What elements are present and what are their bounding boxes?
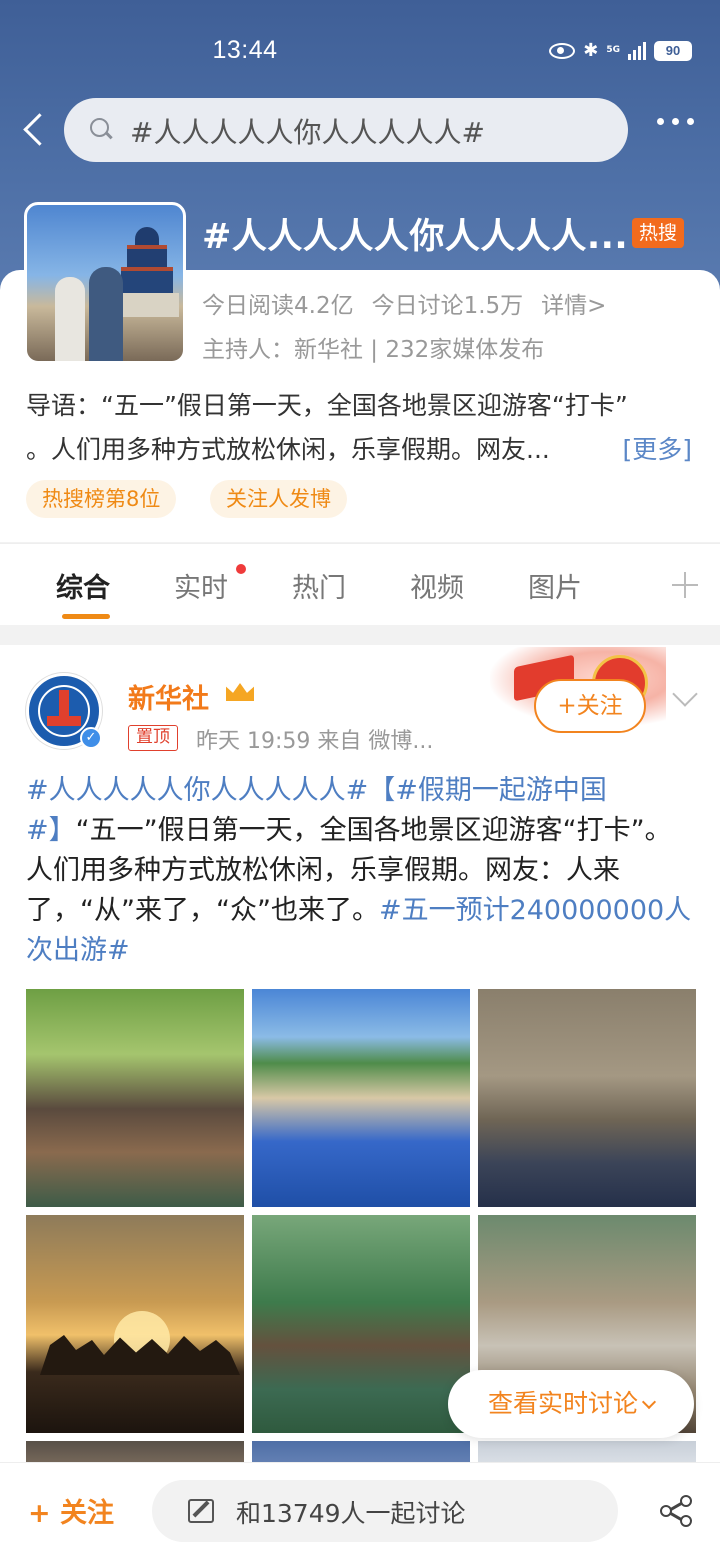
details-link[interactable]: 详情> <box>541 286 606 320</box>
post-meta: 昨天 19:59 来自 微博... <box>196 729 434 754</box>
active-tab-indicator <box>62 614 110 619</box>
tab-bar: 综合 实时 热门 视频 图片 <box>0 543 720 625</box>
status-icons: ✱ 5G 90 <box>549 40 692 61</box>
photo-water-town[interactable] <box>26 989 244 1207</box>
verified-icon: ✓ <box>80 727 102 749</box>
followers-post-chip[interactable]: 关注人发博 <box>210 480 347 518</box>
edit-icon <box>188 1499 214 1523</box>
status-bar: 13:44 ✱ 5G 90 <box>0 0 720 100</box>
topic-intro-line2: 。人们用多种方式放松休闲，乐享假期。网友... <box>26 435 550 464</box>
topic-title: #人人人人人你人人人人... <box>202 217 629 257</box>
bluetooth-icon: ✱ <box>583 40 599 61</box>
share-icon[interactable] <box>660 1495 694 1527</box>
post-text: #人人人人人你人人人人人#【#假期一起游中国#】“五一”假日第一天，全国各地景区… <box>26 771 696 971</box>
intro-more-link[interactable]: [更多] <box>622 428 692 472</box>
search-text: #人人人人人你人人人人人# <box>130 116 485 149</box>
tab-hot[interactable]: 热门 <box>292 566 346 605</box>
photo-desert-camels[interactable] <box>26 1215 244 1433</box>
crown-icon <box>224 679 256 705</box>
topic-stats: 今日阅读4.2亿 今日讨论1.5万 详情> <box>202 286 606 320</box>
photo-beach[interactable] <box>252 989 470 1207</box>
tab-all[interactable]: 综合 <box>56 566 110 605</box>
live-discussion-label: 查看实时讨论 <box>487 1389 638 1418</box>
top-bar: #人人人人人你人人人人人# <box>0 96 720 164</box>
tab-images[interactable]: 图片 <box>528 566 582 605</box>
search-icon <box>90 118 112 140</box>
chevron-down-icon[interactable] <box>672 681 698 707</box>
post-username[interactable]: 新华社 <box>128 677 209 716</box>
discussions-count: 今日讨论1.5万 <box>371 293 524 319</box>
discussion-input[interactable]: 和13749人一起讨论 <box>152 1480 618 1542</box>
follow-button[interactable]: +关注 <box>534 679 646 733</box>
signal-icon <box>628 41 646 60</box>
tab-realtime[interactable]: 实时 <box>174 566 228 605</box>
back-icon[interactable] <box>20 110 50 150</box>
realtime-dot <box>236 564 246 574</box>
topic-host: 主持人：新华社 | 232家媒体发布 <box>202 337 545 363</box>
plus-icon[interactable] <box>672 572 698 598</box>
post-card: ✓ 新华社 置顶 昨天 19:59 来自 微博... +关注 #人人人人人你人人… <box>0 645 720 1475</box>
chevron-down-icon <box>641 1394 657 1410</box>
status-time: 13:44 <box>212 36 278 64</box>
topic-cover-image[interactable] <box>24 202 186 364</box>
topic-intro-line1: 导语：“五一”假日第一天，全国各地景区迎游客“打卡” <box>26 391 628 420</box>
bottom-follow-button[interactable]: + 关注 <box>28 1491 114 1530</box>
bottom-bar: + 关注 和13749人一起讨论 <box>0 1462 720 1560</box>
reads-count: 今日阅读4.2亿 <box>202 293 354 319</box>
live-discussion-button[interactable]: 查看实时讨论 <box>448 1370 694 1438</box>
photo-grottoes[interactable] <box>478 989 696 1207</box>
photo-forest-boats[interactable] <box>252 1215 470 1433</box>
pinned-badge: 置顶 <box>128 725 178 751</box>
battery-icon: 90 <box>654 40 692 61</box>
hot-badge: 热搜 <box>632 218 684 248</box>
eye-icon <box>549 42 576 59</box>
more-icon[interactable] <box>657 118 694 125</box>
tab-video[interactable]: 视频 <box>410 566 464 605</box>
topic-tag[interactable]: #人人人人人你人人人人人# <box>26 775 368 806</box>
discussion-placeholder: 和13749人一起讨论 <box>236 1499 466 1528</box>
network-label: 5G <box>606 45 620 55</box>
hot-rank-chip[interactable]: 热搜榜第8位 <box>26 480 177 518</box>
search-input[interactable]: #人人人人人你人人人人人# <box>64 98 628 162</box>
